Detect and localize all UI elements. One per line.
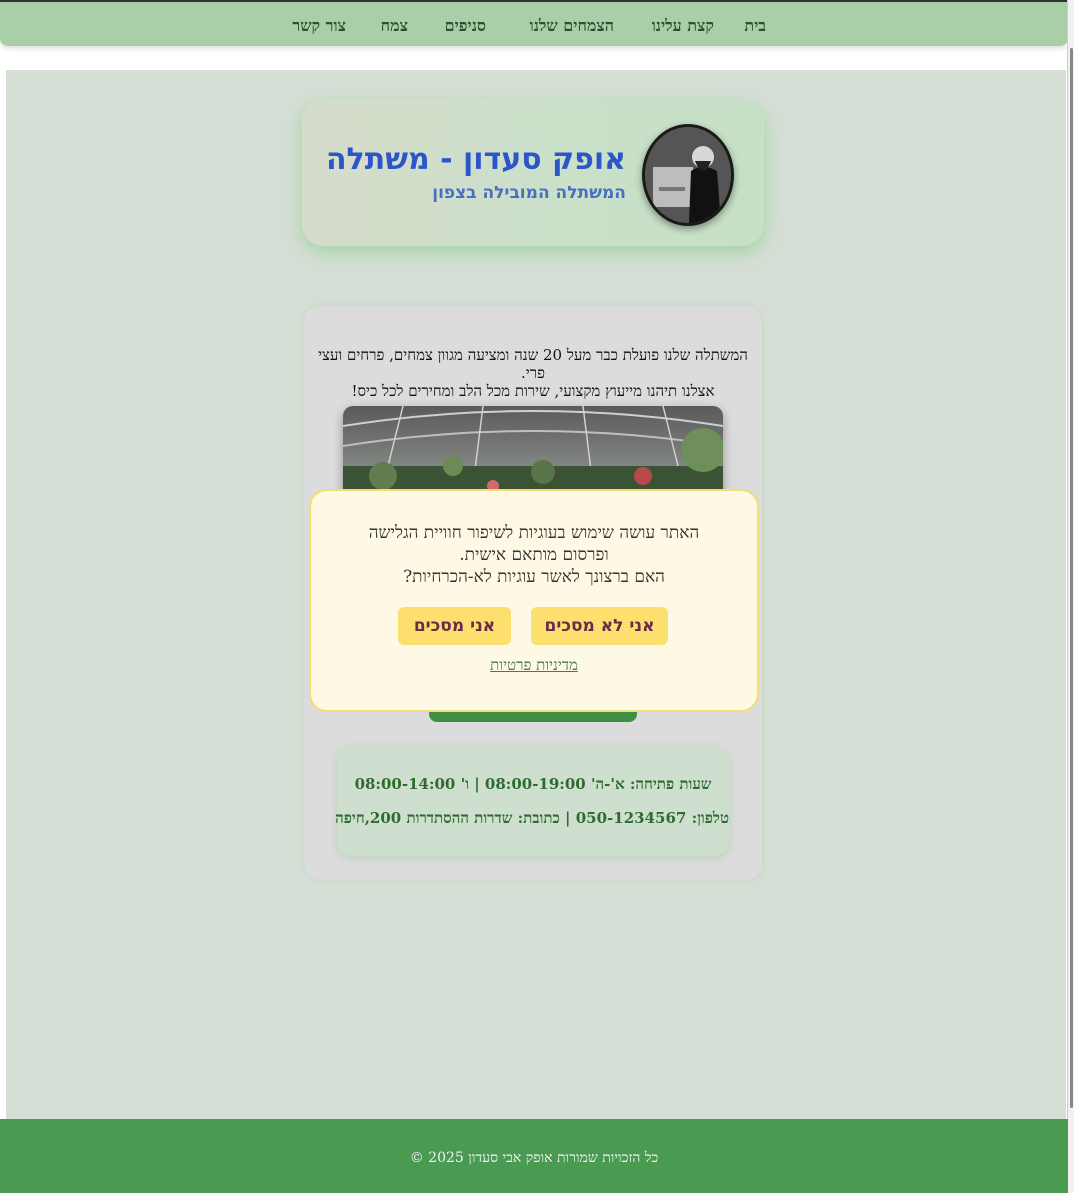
nav-item-plant[interactable]: צמח <box>381 16 408 36</box>
privacy-policy-link[interactable]: מדיניות פרטיות <box>311 656 757 675</box>
cookie-message: האתר עושה שימוש בעוגיות לשיפור חוויית הג… <box>311 522 757 588</box>
nav-item-home[interactable]: בית <box>744 16 766 36</box>
nav-item-branches[interactable]: סניפים <box>445 16 486 36</box>
main-navbar: בית קצת עלינו הצמחים שלנו סניפים צמח צור… <box>0 2 1068 46</box>
site-subtitle: המשתלה המובילה בצפון <box>432 183 626 203</box>
nav-item-about[interactable]: קצת עלינו <box>652 16 714 36</box>
intro-line-1: המשתלה שלנו פועלת כבר מעל 20 שנה ומציעה … <box>318 346 748 382</box>
cookie-message-line-1: האתר עושה שימוש בעוגיות לשיפור חוויית הג… <box>368 523 700 543</box>
scrollbar-thumb[interactable] <box>1070 48 1073 1108</box>
page-scrollbar[interactable] <box>1067 0 1074 1193</box>
site-title: אופק סעדון - משתלה <box>325 142 626 177</box>
nav-item-contact[interactable]: צור קשר <box>292 16 346 36</box>
intro-line-2: אצלנו תיהנו מייעוץ מקצועי, שירות מכל הלב… <box>351 382 715 400</box>
decline-cookies-button[interactable]: אני לא מסכים <box>531 607 668 645</box>
info-box <box>337 746 729 856</box>
cookie-message-line-3: האם ברצונך לאשר עוגיות לא-הכרחיות? <box>403 567 665 587</box>
intro-text: המשתלה שלנו פועלת כבר מעל 20 שנה ומציעה … <box>316 346 750 400</box>
opening-hours: שעות פתיחה: א'-ה' 08:00-19:00 | ו' 08:00… <box>354 775 712 793</box>
logo-portrait <box>642 124 734 226</box>
contact-details: טלפון: 050-1234567 | כתובת: שדרות ההסתדר… <box>335 809 729 827</box>
nav-item-our-plants[interactable]: הצמחים שלנו <box>530 16 614 36</box>
footer-copyright: כל הזכויות שמורות אופק אבי סעדון 2025 © <box>409 1150 659 1166</box>
cookie-message-line-2: ופרסום מותאם אישית. <box>459 545 609 565</box>
accept-cookies-button[interactable]: אני מסכים <box>398 607 511 645</box>
